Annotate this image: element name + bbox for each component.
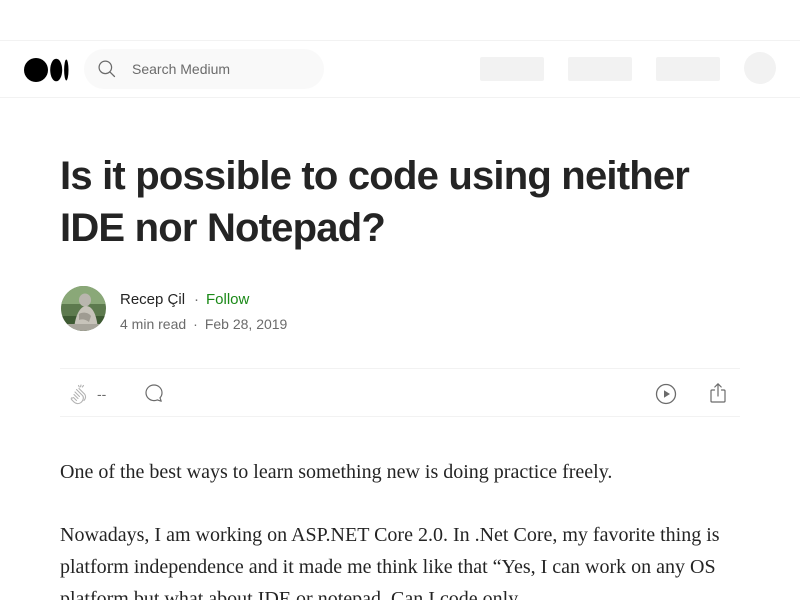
nav-placeholder-1 — [480, 57, 544, 81]
article-paragraph-1: One of the best ways to learn something … — [60, 461, 613, 483]
medium-logo-icon[interactable] — [24, 58, 70, 82]
top-navigation-bar: Search Medium — [0, 41, 800, 98]
nav-placeholder-2 — [568, 57, 632, 81]
author-name[interactable]: Recep Çil — [120, 290, 185, 310]
follow-button[interactable]: Follow — [206, 290, 249, 310]
author-avatar-image — [61, 286, 106, 331]
browser-top-strip — [0, 0, 800, 41]
author-separator: · — [194, 291, 199, 308]
search-placeholder: Search Medium — [132, 61, 231, 77]
publish-date: Feb 28, 2019 — [204, 316, 288, 332]
meta-separator: · — [193, 316, 198, 332]
clap-count: -- — [97, 386, 107, 402]
comment-icon[interactable] — [142, 381, 166, 405]
share-icon[interactable] — [706, 381, 730, 405]
play-icon[interactable] — [654, 382, 678, 406]
article-paragraph-2: Nowadays, I am working on ASP.NET Core 2… — [60, 524, 720, 600]
article-title: Is it possible to code using neither IDE… — [60, 154, 690, 250]
nav-placeholder-3 — [656, 57, 720, 81]
search-input[interactable]: Search Medium — [84, 49, 324, 89]
read-time: 4 min read — [120, 316, 187, 332]
article-meta: 4 min read · Feb 28, 2019 — [120, 315, 287, 333]
article-action-bar: -- — [60, 368, 740, 417]
author-avatar[interactable] — [61, 286, 106, 331]
clap-icon[interactable] — [68, 382, 92, 406]
user-avatar-placeholder[interactable] — [744, 52, 776, 84]
search-icon — [98, 60, 116, 78]
